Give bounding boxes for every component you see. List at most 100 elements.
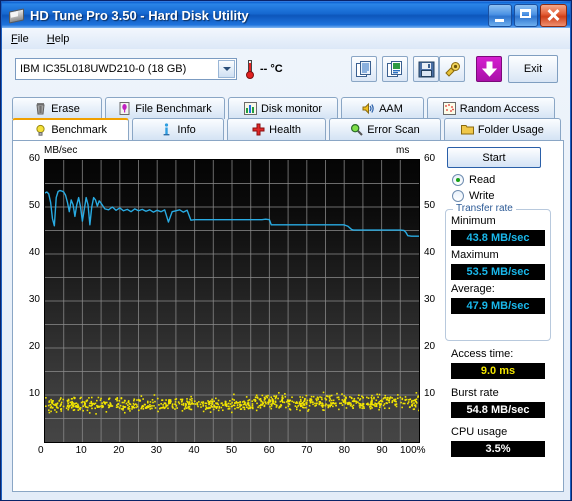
window-title: HD Tune Pro 3.50 - Hard Disk Utility — [30, 7, 249, 23]
tab-benchmark-label: Benchmark — [51, 124, 107, 136]
tab-file-benchmark[interactable]: File Benchmark — [105, 97, 225, 119]
trash-icon — [34, 102, 47, 115]
transfer-rate-legend: Transfer rate — [453, 203, 516, 214]
save-button[interactable] — [413, 56, 439, 82]
benchmark-chart: MB/sec ms 60 50 40 30 20 10 60 50 40 30 20 10 0 10 2… — [13, 141, 435, 491]
chart-ylabel-left: MB/sec — [44, 145, 78, 156]
exit-button[interactable]: Exit — [508, 55, 558, 83]
tab-erase-label: Erase — [51, 102, 80, 115]
access-time-value: 9.0 ms — [451, 363, 545, 379]
minimize-button[interactable] — [488, 4, 512, 27]
tab-folder-usage-label: Folder Usage — [477, 123, 544, 136]
burst-rate-value: 54.8 MB/sec — [451, 402, 545, 418]
copy-image-icon — [387, 61, 402, 77]
radio-read-label: Read — [469, 174, 496, 186]
random-access-icon — [442, 102, 456, 115]
y-axis-tick: 60 — [28, 153, 40, 164]
results-panel: Start Read Write Transfer rate Minimum 4… — [433, 141, 563, 491]
tab-erase[interactable]: Erase — [12, 97, 102, 119]
thermometer-icon — [245, 59, 254, 79]
info-icon — [160, 123, 173, 136]
toolbar: IBM IC35L018UWD210-0 (18 GB) -- °C Exit — [2, 49, 570, 89]
x-axis-tick: 20 — [113, 445, 125, 456]
title-bar: HD Tune Pro 3.50 - Hard Disk Utility — [2, 2, 570, 28]
radio-write-indicator — [452, 190, 464, 202]
tab-row-top: Erase File Benchmark Disk monitor AAM Ra… — [12, 97, 564, 119]
tab-aam-label: AAM — [379, 102, 403, 115]
access-time-label: Access time: — [451, 348, 514, 360]
maximize-button[interactable] — [514, 4, 538, 27]
x-axis-tick: 80 — [338, 445, 350, 456]
y-axis-tick: 30 — [28, 294, 40, 305]
tab-bar: Erase File Benchmark Disk monitor AAM Ra… — [12, 97, 564, 141]
tab-health-label: Health — [269, 123, 301, 136]
benchmark-page: MB/sec ms 60 50 40 30 20 10 60 50 40 30 20 10 0 10 2… — [12, 140, 564, 492]
minimum-label: Minimum — [451, 215, 496, 227]
menu-help[interactable]: Help — [38, 31, 79, 47]
magnifier-icon — [350, 123, 363, 136]
x-axis-tick: 50 — [226, 445, 238, 456]
chevron-down-icon[interactable] — [218, 60, 235, 78]
start-button-label: Start — [482, 151, 506, 164]
chart-svg — [45, 160, 419, 442]
y-axis-tick: 50 — [28, 200, 40, 211]
tab-disk-monitor[interactable]: Disk monitor — [228, 97, 338, 119]
exit-button-label: Exit — [523, 63, 543, 75]
bulb-icon — [34, 124, 47, 137]
chart-plot-area — [44, 159, 420, 443]
radio-write[interactable]: Write — [452, 190, 494, 202]
average-label: Average: — [451, 283, 495, 295]
app-disk-icon — [7, 6, 25, 24]
x-axis-tick: 100% — [400, 445, 426, 456]
burst-rate-label: Burst rate — [451, 387, 499, 399]
tab-benchmark[interactable]: Benchmark — [12, 118, 130, 140]
x-axis-tick: 70 — [301, 445, 313, 456]
tab-info-label: Info — [177, 123, 196, 136]
tab-folder-usage[interactable]: Folder Usage — [443, 118, 562, 140]
close-button[interactable] — [540, 4, 567, 27]
x-axis-tick: 40 — [188, 445, 200, 456]
drive-select-value: IBM IC35L018UWD210-0 (18 GB) — [20, 63, 187, 75]
cpu-usage-label: CPU usage — [451, 426, 508, 438]
temperature-indicator: -- °C — [245, 59, 283, 79]
settings-button[interactable] — [439, 56, 465, 82]
file-benchmark-icon — [118, 102, 131, 115]
drive-select[interactable]: IBM IC35L018UWD210-0 (18 GB) — [15, 58, 237, 80]
minimum-value: 43.8 MB/sec — [451, 230, 545, 246]
tab-file-benchmark-label: File Benchmark — [135, 102, 212, 115]
tab-random-access[interactable]: Random Access — [427, 97, 555, 119]
x-axis-tick: 60 — [263, 445, 275, 456]
folder-icon — [460, 123, 474, 136]
x-axis-tick: 90 — [376, 445, 388, 456]
y-axis-tick: 10 — [28, 388, 40, 399]
bar-chart-icon — [243, 102, 257, 115]
menu-bar: FFileile Help — [2, 28, 570, 50]
download-button[interactable] — [476, 56, 502, 82]
maximum-label: Maximum — [451, 249, 499, 261]
x-axis-tick: 0 — [38, 445, 44, 456]
copy-text-icon — [356, 61, 371, 77]
settings-icon — [445, 62, 460, 77]
client-area: IBM IC35L018UWD210-0 (18 GB) -- °C Exit … — [2, 49, 570, 500]
health-cross-icon — [252, 123, 265, 136]
chart-ylabel-right: ms — [396, 145, 410, 156]
window-controls — [488, 4, 567, 27]
radio-read[interactable]: Read — [452, 174, 495, 186]
app-window: HD Tune Pro 3.50 - Hard Disk Utility FFi… — [0, 0, 572, 501]
tab-error-scan[interactable]: Error Scan — [329, 118, 441, 140]
copy-image-button[interactable] — [382, 56, 408, 82]
chart-axis-left: 60 50 40 30 20 10 — [13, 141, 44, 443]
tab-error-scan-label: Error Scan — [367, 123, 420, 136]
average-value: 47.9 MB/sec — [451, 298, 545, 314]
copy-text-button[interactable] — [351, 56, 377, 82]
tab-aam[interactable]: AAM — [341, 97, 424, 119]
tab-random-access-label: Random Access — [459, 102, 540, 115]
y-axis-tick: 40 — [28, 247, 40, 258]
tab-info[interactable]: Info — [132, 118, 224, 140]
start-button[interactable]: Start — [447, 147, 541, 168]
tab-health[interactable]: Health — [226, 118, 327, 140]
speaker-icon — [362, 102, 375, 115]
radio-read-indicator — [452, 174, 464, 186]
cpu-usage-value: 3.5% — [451, 441, 545, 457]
menu-file[interactable]: FFileile — [2, 31, 38, 47]
